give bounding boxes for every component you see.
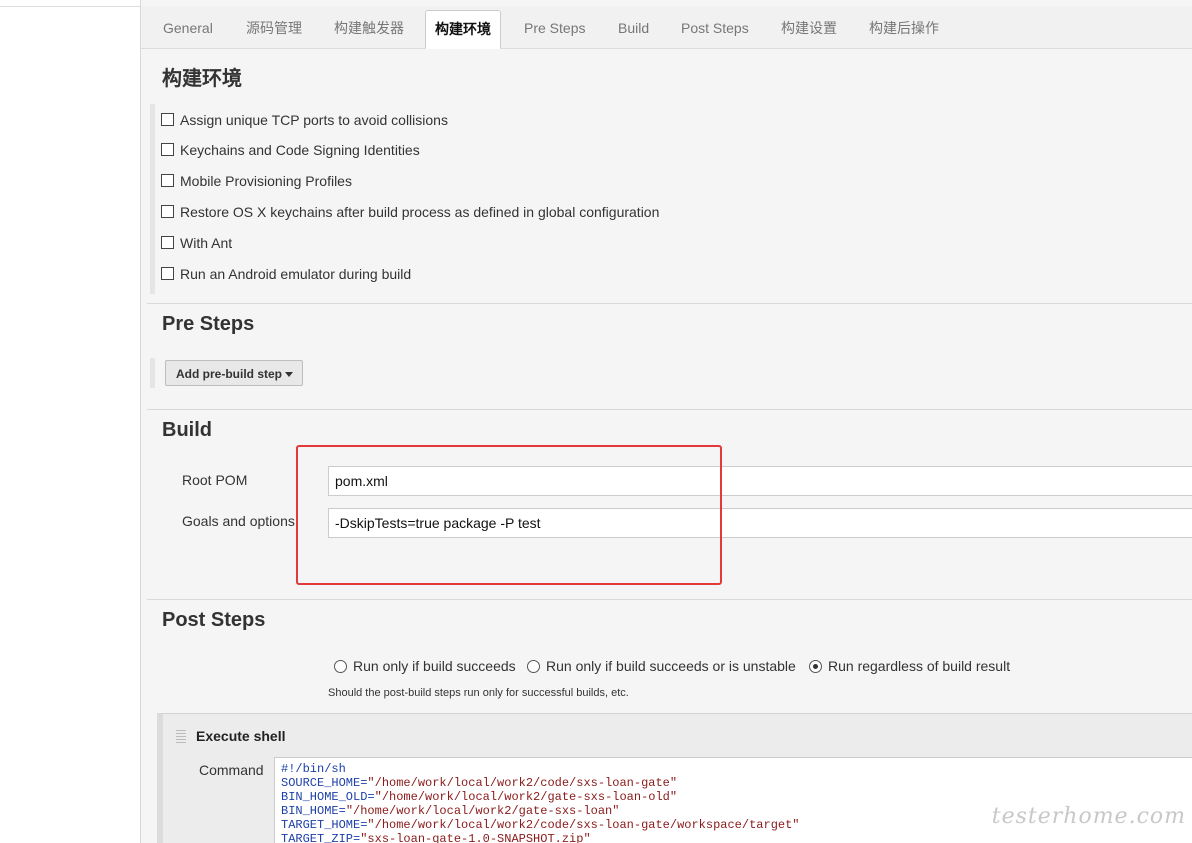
top-divider <box>0 0 140 7</box>
section-bar <box>150 104 155 294</box>
post-steps-heading: Post Steps <box>162 609 266 631</box>
tab-build[interactable]: Build <box>618 10 649 48</box>
checkbox[interactable] <box>161 267 174 280</box>
tab-build-env[interactable]: 构建环境 <box>425 10 501 49</box>
add-pre-build-step-button[interactable]: Add pre-build step <box>165 360 303 386</box>
divider <box>147 303 1192 304</box>
checkbox[interactable] <box>161 174 174 187</box>
post-steps-help: Should the post-build steps run only for… <box>328 687 629 699</box>
tab-triggers[interactable]: 构建触发器 <box>334 10 404 48</box>
option-keychains[interactable]: Keychains and Code Signing Identities <box>161 142 420 162</box>
config-tabbar: General 源码管理 构建触发器 构建环境 Pre Steps Build … <box>141 6 1192 49</box>
caret-down-icon <box>285 372 293 377</box>
radio-succeeds[interactable]: Run only if build succeeds <box>334 658 516 674</box>
checkbox[interactable] <box>161 113 174 126</box>
tab-post-build-actions[interactable]: 构建后操作 <box>869 10 939 48</box>
tab-scm[interactable]: 源码管理 <box>246 10 302 48</box>
execute-shell-title: Execute shell <box>196 728 286 744</box>
radio-button[interactable] <box>334 660 347 673</box>
highlight-annotation <box>296 445 722 585</box>
divider <box>147 409 1192 410</box>
checkbox[interactable] <box>161 205 174 218</box>
drag-handle-icon[interactable] <box>176 729 186 743</box>
section-bar <box>150 358 155 388</box>
tab-post-steps[interactable]: Post Steps <box>681 10 749 48</box>
option-restore-keychains[interactable]: Restore OS X keychains after build proce… <box>161 204 659 224</box>
build-env-heading: 构建环境 <box>162 68 242 90</box>
watermark: testerhome.com <box>991 804 1186 829</box>
radio-button-selected[interactable] <box>809 660 822 673</box>
option-provisioning[interactable]: Mobile Provisioning Profiles <box>161 173 352 193</box>
tab-pre-steps[interactable]: Pre Steps <box>524 10 585 48</box>
pre-steps-heading: Pre Steps <box>162 313 255 335</box>
goals-label: Goals and options <box>182 513 295 529</box>
root-pom-label: Root POM <box>182 472 248 488</box>
checkbox[interactable] <box>161 236 174 249</box>
divider <box>147 599 1192 600</box>
option-tcp-ports[interactable]: Assign unique TCP ports to avoid collisi… <box>161 112 448 132</box>
option-with-ant[interactable]: With Ant <box>161 235 232 255</box>
checkbox[interactable] <box>161 143 174 156</box>
radio-succeeds-or-unstable[interactable]: Run only if build succeeds or is unstabl… <box>527 658 796 674</box>
tab-build-settings[interactable]: 构建设置 <box>781 10 837 48</box>
config-main: General 源码管理 构建触发器 构建环境 Pre Steps Build … <box>140 0 1192 843</box>
build-heading: Build <box>162 419 212 441</box>
radio-button[interactable] <box>527 660 540 673</box>
option-android-emulator[interactable]: Run an Android emulator during build <box>161 266 411 286</box>
tab-general[interactable]: General <box>163 10 213 48</box>
command-label: Command <box>199 762 264 778</box>
radio-regardless[interactable]: Run regardless of build result <box>809 658 1010 674</box>
command-textarea[interactable]: #!/bin/sh SOURCE_HOME="/home/work/local/… <box>274 757 1192 843</box>
left-sidebar <box>0 0 140 843</box>
